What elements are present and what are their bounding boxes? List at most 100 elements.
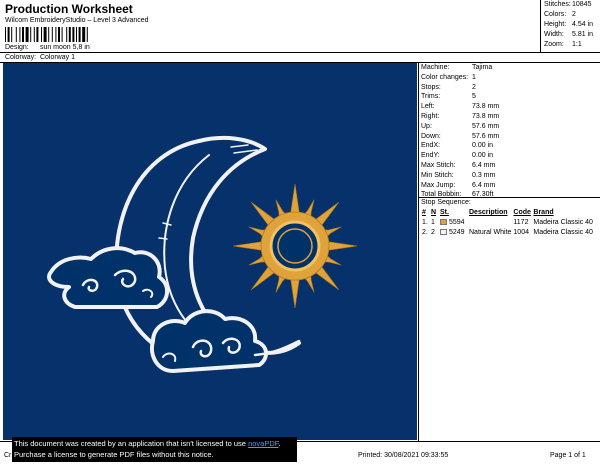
info-value: 0.3 mm [472, 171, 496, 179]
info-row: Left: 73.8 mm [420, 102, 600, 112]
summary-label: Colors: [544, 11, 567, 18]
info-label: Down: [421, 132, 441, 140]
info-row: Min Stitch: 0.3 mm [420, 171, 600, 181]
info-value: 6.4 mm [472, 181, 496, 189]
summary-value: 10845 [572, 1, 592, 8]
cell-n: 1 [431, 218, 435, 226]
stitch-count: 5594 [449, 218, 465, 226]
machine-info-panel: Machine: Tajima Color changes: 1 Stops: 2 T… [420, 63, 600, 200]
info-value: 6.4 mm [472, 161, 496, 169]
info-label: EndY: [421, 152, 440, 160]
cell-description: Natural White [469, 228, 512, 236]
summary-width: Width: 5.81 in [541, 30, 600, 40]
cell-code: 1004 [513, 228, 529, 236]
divider [0, 52, 600, 53]
info-row: Trims: 5 [420, 92, 600, 102]
notice-line-1: This document was created by an applicat… [14, 438, 297, 449]
novapdf-link[interactable]: novaPDF [248, 439, 278, 448]
sun-ray [232, 240, 266, 252]
page-title: Production Worksheet [5, 2, 133, 16]
info-value: 0.00 in [472, 152, 494, 160]
table-header-row: # N St. Description Code Brand [421, 208, 599, 217]
summary-label: Zoom: [544, 41, 564, 48]
sun-ray [289, 275, 301, 309]
footer-left-text: Cr [4, 452, 12, 459]
col-header: N [431, 209, 437, 216]
info-row: Max Stitch: 6.4 mm [420, 161, 600, 171]
page-number: Page 1 of 1 [550, 452, 586, 459]
info-value: 67.30ft [472, 191, 494, 199]
cell-n: 2 [431, 228, 435, 236]
summary-stitches: Stitches:10845 [541, 0, 600, 10]
notice-line-2: Purchase a license to generate PDF files… [14, 450, 214, 459]
summary-label: Width: [544, 31, 564, 38]
summary-value: 1:1 [572, 41, 582, 48]
info-value: 1 [472, 73, 476, 81]
info-row: Stops: 2 [420, 83, 600, 93]
info-label: Up: [421, 122, 432, 130]
cell-st: 5249 [439, 227, 468, 237]
info-value: 0.00 in [472, 142, 494, 150]
info-label: Trims: [421, 93, 441, 101]
info-value: 57.6 mm [472, 122, 500, 130]
cell-description [468, 217, 512, 227]
info-row: EndY: 0.00 in [420, 151, 600, 161]
info-label: Left: [421, 103, 435, 111]
barcode [5, 27, 88, 42]
info-row: Right: 73.8 mm [420, 112, 600, 122]
summary-box: Stitches:10845 Colors: 2 Height: 4.54 in W… [540, 0, 600, 52]
color-swatch [440, 228, 447, 235]
table-row: 2. 2 5249 Natural White 1004 Madeira Cla… [421, 227, 599, 237]
info-row: EndX: 0.00 in [420, 141, 600, 151]
software-subtitle: Wilcom EmbroideryStudio – Level 3 Advanc… [5, 17, 149, 24]
sun-ray [289, 183, 301, 217]
cell-num: 1. [422, 218, 428, 226]
info-value: 73.8 mm [472, 112, 500, 120]
info-row: Up: 57.6 mm [420, 122, 600, 132]
summary-value: 2 [572, 11, 576, 18]
cloud-left [47, 246, 169, 309]
colorway-label: Colorway: [5, 54, 37, 61]
color-swatch [440, 218, 447, 225]
info-value: Tajima [472, 64, 493, 71]
cell-brand: Madeira Classic 40 [533, 228, 593, 236]
divider [418, 62, 419, 441]
notice-text: This document was created by an applicat… [14, 439, 249, 448]
design-row: Design: sun moon 5,8 in [5, 44, 90, 51]
col-header: # [422, 209, 426, 216]
info-row: Down: 57.6 mm [420, 132, 600, 142]
info-value: 5 [472, 93, 476, 101]
summary-label: Stitches: [544, 1, 571, 8]
printed-timestamp: Printed: 30/08/2021 09:33:55 [358, 452, 449, 459]
info-label: EndX: [421, 142, 441, 150]
info-row: Max Jump: 6.4 mm [420, 181, 600, 191]
license-notice: This document was created by an applicat… [12, 437, 297, 462]
info-label: Min Stitch: [421, 171, 454, 179]
info-value: 2 [472, 83, 476, 91]
col-header: Brand [533, 209, 554, 216]
design-label: Design: [5, 44, 29, 51]
info-row: Color changes: 1 [420, 73, 600, 83]
cell-code: 1172 [513, 218, 529, 226]
notice-text: . [278, 439, 281, 448]
sun-shape [232, 183, 358, 309]
info-value: 57.6 mm [472, 132, 500, 140]
col-header: Code [513, 209, 531, 216]
embroidery-preview [3, 63, 417, 440]
stop-sequence-title: Stop Sequence: [421, 199, 471, 206]
cell-num: 2. [422, 228, 428, 236]
colorway-value: Colorway 1 [39, 54, 75, 61]
info-label: Max Jump: [421, 181, 456, 189]
summary-zoom: Zoom: 1:1 [541, 40, 600, 50]
sun-ray [324, 240, 358, 252]
colorway-row: Colorway: Colorway 1 [5, 54, 75, 61]
info-label: Right: [421, 112, 440, 120]
stop-sequence-table: # N St. Description Code Brand 1. 1 5594… [421, 208, 599, 237]
info-row: Machine: Tajima [420, 63, 600, 73]
cloud-bottom [150, 309, 301, 373]
summary-height: Height: 4.54 in [541, 20, 600, 30]
stitch-count: 5249 [449, 228, 465, 236]
info-label: Color changes: [421, 73, 469, 81]
summary-value: 4.54 in [572, 21, 594, 28]
table-row: 1. 1 5594 1172 Madeira Classic 40 [421, 217, 599, 227]
